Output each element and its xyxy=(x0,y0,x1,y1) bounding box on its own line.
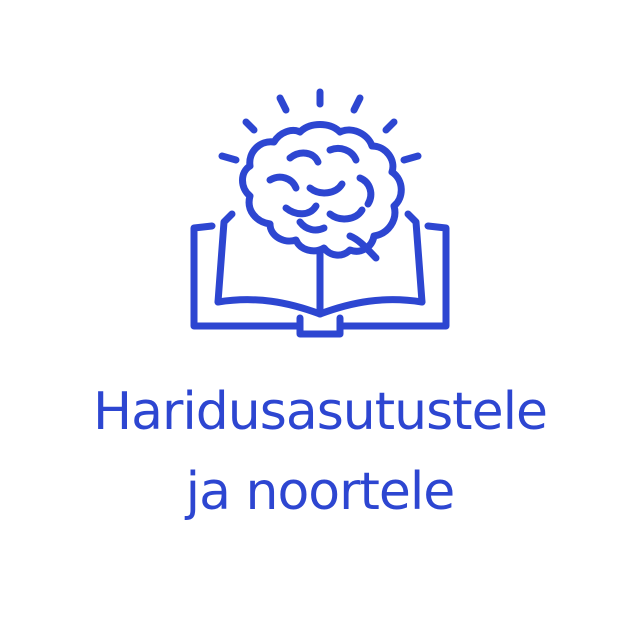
brain-book-icon xyxy=(180,80,460,350)
education-card: Haridusasutustele ja noortele xyxy=(0,0,640,640)
title-line-2: ja noortele xyxy=(185,462,456,522)
page-title: Haridusasutustele ja noortele xyxy=(0,372,640,532)
title-line-1: Haridusasutustele xyxy=(92,382,548,442)
brain-shape xyxy=(239,121,405,262)
